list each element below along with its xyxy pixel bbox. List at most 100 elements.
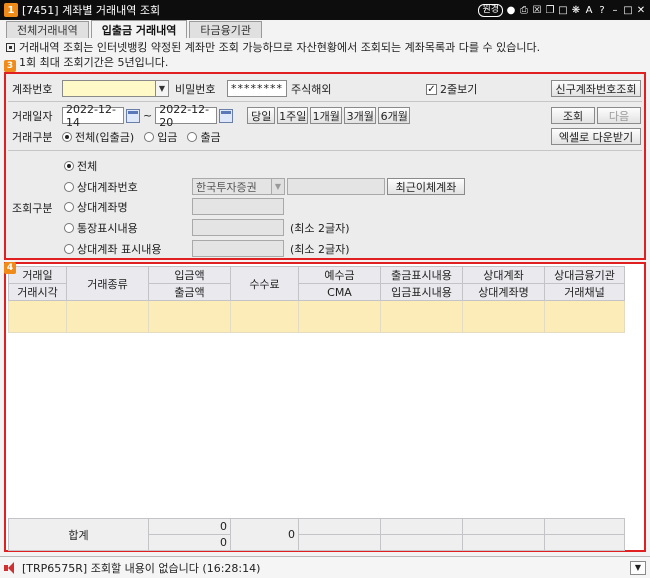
query-radio-counter-name[interactable] <box>64 201 74 212</box>
copy-icon[interactable]: ❐ <box>545 5 555 16</box>
period-1month-button[interactable]: 1개월 <box>310 107 343 124</box>
account-dropdown-button[interactable]: ▼ <box>156 80 169 97</box>
query-option-counter-name: 상대계좌명 <box>77 200 128 214</box>
section-4-badge: 4 <box>4 262 16 274</box>
summary-cell <box>298 534 381 551</box>
calendar-icon[interactable] <box>126 108 140 123</box>
table-cell[interactable] <box>380 300 463 333</box>
query-radio-counter-display[interactable] <box>64 243 74 254</box>
two-line-label: 2줄보기 <box>440 83 478 96</box>
column-header[interactable]: 출금표시내용 <box>380 266 463 284</box>
period-1week-button[interactable]: 1주일 <box>277 107 309 124</box>
column-header[interactable]: 거래채널 <box>544 283 625 301</box>
counter-name-input[interactable] <box>192 198 284 215</box>
column-header[interactable]: 상대계좌명 <box>462 283 545 301</box>
chevron-down-icon: ▼ <box>634 563 642 572</box>
table-cell[interactable] <box>66 300 149 333</box>
column-header[interactable]: CMA <box>298 283 381 301</box>
close-icon[interactable]: ✕ <box>636 5 646 16</box>
account-input[interactable] <box>62 80 156 97</box>
summary-cell <box>462 534 545 551</box>
column-header[interactable]: 수수료 <box>230 266 299 301</box>
settings-icon[interactable]: ❋ <box>571 5 581 16</box>
table-cell[interactable] <box>298 300 381 333</box>
date-label: 거래일자 <box>12 109 53 123</box>
stock-overseas-label: 주식해외 <box>291 82 332 96</box>
maximize-icon[interactable]: □ <box>623 5 633 16</box>
date-from-input[interactable]: 2022-12-14 <box>62 103 124 129</box>
table-cell[interactable] <box>544 300 625 333</box>
bank-dropdown-button[interactable]: ▼ <box>272 178 285 195</box>
tab-other-institutions[interactable]: 타금융기관 <box>189 21 263 38</box>
tab-all-transactions[interactable]: 전체거래내역 <box>6 21 89 38</box>
table-row[interactable] <box>8 300 625 333</box>
original-view-button[interactable]: 원경 <box>478 3 503 17</box>
divider <box>8 150 642 151</box>
type-radio-all[interactable] <box>62 132 72 142</box>
type-label: 거래구분 <box>12 131 53 144</box>
date-separator: ~ <box>143 109 153 122</box>
query-button[interactable]: 조회 <box>551 107 595 124</box>
calendar-icon[interactable] <box>219 108 234 123</box>
column-header[interactable]: 입금액 <box>148 266 231 284</box>
summary-cell <box>298 518 381 535</box>
account-label: 계좌번호 <box>12 82 53 96</box>
table-cell[interactable] <box>148 300 231 333</box>
minimize-icon[interactable]: – <box>610 5 620 16</box>
window-title: [7451] 계좌별 거래내역 조회 <box>22 4 161 17</box>
period-today-button[interactable]: 당일 <box>247 107 276 124</box>
column-header[interactable]: 거래시각 <box>8 283 67 301</box>
help-icon[interactable]: ? <box>597 5 607 16</box>
column-header[interactable]: 거래일 <box>8 266 67 284</box>
mouse-icon[interactable]: ● <box>506 5 516 16</box>
tab-bar: 전체거래내역 입출금 거래내역 타금융기관 <box>0 20 650 38</box>
column-header[interactable]: 출금액 <box>148 283 231 301</box>
query-radio-all[interactable] <box>64 161 74 171</box>
query-option-passbook-display: 통장표시내용 <box>77 221 138 235</box>
search-panel: 계좌번호 ▼ 비밀번호 ******** 주식해외 ✓ 2줄보기 신구계좌번호조… <box>4 72 646 260</box>
type-radio-deposit[interactable] <box>144 132 155 142</box>
table-cell[interactable] <box>230 300 299 333</box>
excel-icon[interactable]: ☒ <box>532 5 542 16</box>
bank-select[interactable]: 한국투자증권 <box>192 178 272 195</box>
query-radio-passbook-display[interactable] <box>64 222 74 233</box>
new-account-lookup-button[interactable]: 신구계좌번호조회 <box>551 80 641 97</box>
passbook-display-input[interactable] <box>192 219 284 236</box>
title-bar-buttons: 원경 ● ⎙ ☒ ❐ □ ❋ A ? – □ ✕ <box>478 3 650 17</box>
summary-deposit: 0 <box>148 518 231 535</box>
query-option-counter-display: 상대계좌 표시내용 <box>77 242 162 256</box>
column-header[interactable]: 입금표시내용 <box>380 283 463 301</box>
results-panel: 거래일 거래종류 입금액 수수료 예수금 출금표시내용 상대계좌 상대금융기관 … <box>4 262 646 552</box>
counter-display-input[interactable] <box>192 240 284 257</box>
status-message: [TRP6575R] 조회할 내용이 없습니다 (16:28:14) <box>22 561 261 575</box>
counter-account-input[interactable] <box>287 178 385 195</box>
chevron-down-icon: ▼ <box>158 84 166 93</box>
recent-transfer-account-button[interactable]: 최근이체계좌 <box>387 178 465 195</box>
chevron-down-icon: ▼ <box>274 182 282 191</box>
next-button[interactable]: 다음 <box>597 107 641 124</box>
tab-deposit-withdrawal[interactable]: 입출금 거래내역 <box>90 20 188 38</box>
column-header[interactable]: 거래종류 <box>66 266 149 301</box>
excel-download-button[interactable]: 엑셀로 다운받기 <box>551 128 641 145</box>
table-cell[interactable] <box>462 300 545 333</box>
two-line-checkbox[interactable]: ✓ <box>426 83 437 95</box>
notice-line-2: 1회 최대 조회기간은 5년입니다. <box>19 56 169 69</box>
column-header[interactable]: 상대계좌 <box>462 266 545 284</box>
password-input[interactable]: ******** <box>227 80 287 97</box>
min-chars-note: (최소 2글자) <box>290 242 350 256</box>
summary-cell <box>462 518 545 535</box>
period-6month-button[interactable]: 6개월 <box>378 107 411 124</box>
print-icon[interactable]: ⎙ <box>519 5 529 16</box>
font-size-icon[interactable]: A <box>584 5 594 16</box>
status-dropdown-button[interactable]: ▼ <box>630 560 646 575</box>
status-bar: [TRP6575R] 조회할 내용이 없습니다 (16:28:14) ▼ <box>0 556 650 578</box>
type-option-all: 전체(입출금) <box>75 131 135 144</box>
window-icon[interactable]: □ <box>558 5 568 16</box>
period-3month-button[interactable]: 3개월 <box>344 107 377 124</box>
column-header[interactable]: 상대금융기관 <box>544 266 625 284</box>
query-radio-counter-account[interactable] <box>64 181 74 192</box>
column-header[interactable]: 예수금 <box>298 266 381 284</box>
table-cell[interactable] <box>8 300 67 333</box>
date-to-input[interactable]: 2022-12-20 <box>155 103 218 129</box>
type-radio-withdrawal[interactable] <box>187 132 198 142</box>
